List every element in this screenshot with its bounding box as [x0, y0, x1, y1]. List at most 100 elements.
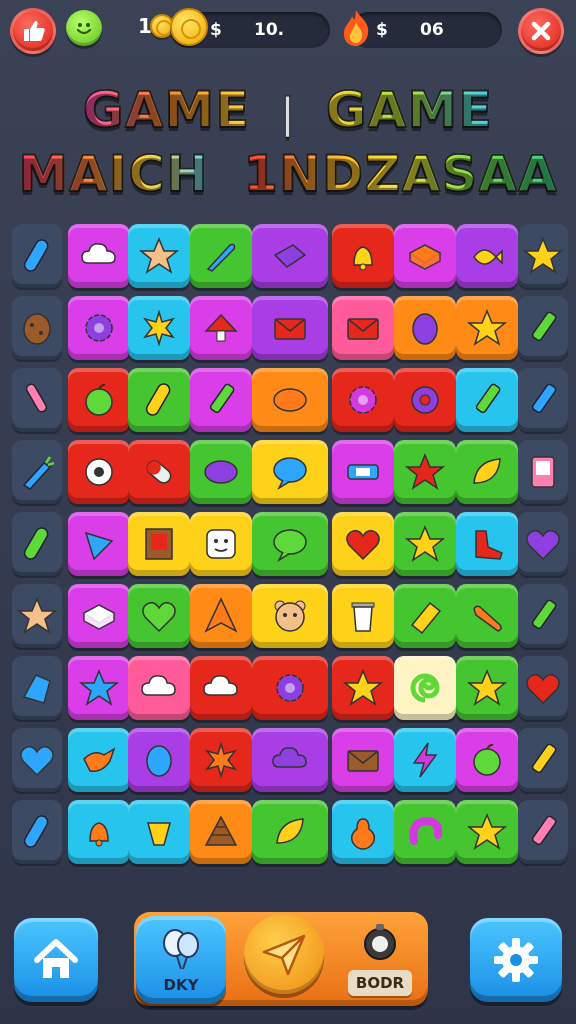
board-tile-r3-c9[interactable] — [518, 368, 568, 432]
board-tile-r2-c4[interactable] — [190, 296, 252, 360]
board-tile-r4-c2[interactable] — [68, 440, 130, 504]
board-tile-r2-c8[interactable] — [456, 296, 518, 360]
egg-icon — [146, 745, 172, 777]
board-tile-r3-c5[interactable] — [252, 368, 328, 432]
skill-booster-button[interactable]: DKY — [136, 916, 226, 1004]
board-tile-r4-c4[interactable] — [190, 440, 252, 504]
heart-icon — [346, 529, 380, 561]
board-tile-r2-c5[interactable] — [252, 296, 328, 360]
board-tile-r1-c6[interactable] — [332, 224, 394, 288]
board-tile-r3-c4[interactable] — [190, 368, 252, 432]
board-tile-r9-c2[interactable] — [68, 800, 130, 864]
board-tile-r4-c5[interactable] — [252, 440, 328, 504]
board-tile-r6-c1[interactable] — [12, 584, 62, 648]
settings-button[interactable] — [470, 918, 562, 1002]
board-tile-r1-c5[interactable] — [252, 224, 328, 288]
board-tile-r6-c9[interactable] — [518, 584, 568, 648]
board-tile-r7-c1[interactable] — [12, 656, 62, 720]
board-tile-r6-c5[interactable] — [252, 584, 328, 648]
board-tile-r6-c2[interactable] — [68, 584, 130, 648]
board-tile-r3-c6[interactable] — [332, 368, 394, 432]
board-tile-r5-c6[interactable] — [332, 512, 394, 576]
board-tile-r4-c6[interactable] — [332, 440, 394, 504]
board-tile-r8-c4[interactable] — [190, 728, 252, 792]
board-tile-r9-c6[interactable] — [332, 800, 394, 864]
board-tile-r5-c5[interactable] — [252, 512, 328, 576]
board-tile-r6-c7[interactable] — [394, 584, 456, 648]
board-tile-r7-c2[interactable] — [68, 656, 130, 720]
board-tile-r7-c7[interactable] — [394, 656, 456, 720]
board-tile-r9-c5[interactable] — [252, 800, 328, 864]
board-tile-r8-c5[interactable] — [252, 728, 328, 792]
board-tile-r2-c9[interactable] — [518, 296, 568, 360]
board-tile-r3-c1[interactable] — [12, 368, 62, 432]
board-tile-r7-c4[interactable] — [190, 656, 252, 720]
board-tile-r5-c8[interactable] — [456, 512, 518, 576]
game-title: GAME | GAME MAICH 1NDZASAA — [0, 80, 576, 204]
board-tile-r9-c1[interactable] — [12, 800, 62, 864]
board-tile-r1-c3[interactable] — [128, 224, 190, 288]
board-tile-r4-c8[interactable] — [456, 440, 518, 504]
board-tile-r7-c3[interactable] — [128, 656, 190, 720]
pill-icon — [23, 239, 49, 272]
board-tile-r4-c3[interactable] — [128, 440, 190, 504]
board-tile-r4-c9[interactable] — [518, 440, 568, 504]
board-tile-r3-c7[interactable] — [394, 368, 456, 432]
board-tile-r3-c2[interactable] — [68, 368, 130, 432]
board-tile-r2-c1[interactable] — [12, 296, 62, 360]
board-tile-r7-c6[interactable] — [332, 656, 394, 720]
bomb-booster-button[interactable]: BODR — [340, 916, 420, 1004]
board-tile-r5-c7[interactable] — [394, 512, 456, 576]
title-line-1: GAME | GAME — [0, 80, 576, 144]
board-tile-r8-c3[interactable] — [128, 728, 190, 792]
board-tile-r2-c6[interactable] — [332, 296, 394, 360]
board-tile-r8-c7[interactable] — [394, 728, 456, 792]
board-tile-r1-c8[interactable] — [456, 224, 518, 288]
board-tile-r7-c8[interactable] — [456, 656, 518, 720]
board-tile-r2-c7[interactable] — [394, 296, 456, 360]
board-tile-r3-c3[interactable] — [128, 368, 190, 432]
home-button[interactable] — [14, 918, 98, 1002]
board-tile-r9-c3[interactable] — [128, 800, 190, 864]
board-tile-r1-c4[interactable] — [190, 224, 252, 288]
board-tile-r5-c1[interactable] — [12, 512, 62, 576]
board-tile-r5-c3[interactable] — [128, 512, 190, 576]
board-tile-r6-c3[interactable] — [128, 584, 190, 648]
close-button[interactable] — [518, 8, 564, 54]
board-tile-r2-c2[interactable] — [68, 296, 130, 360]
board-tile-r8-c9[interactable] — [518, 728, 568, 792]
board-tile-r8-c2[interactable] — [68, 728, 130, 792]
board-tile-r8-c1[interactable] — [12, 728, 62, 792]
like-button[interactable] — [10, 8, 56, 54]
skill-booster-label: DKY — [163, 976, 199, 994]
board-tile-r1-c2[interactable] — [68, 224, 130, 288]
board-tile-r2-c3[interactable] — [128, 296, 190, 360]
board-tile-r9-c4[interactable] — [190, 800, 252, 864]
board-tile-r8-c6[interactable] — [332, 728, 394, 792]
board-tile-r8-c8[interactable] — [456, 728, 518, 792]
crayon-icon — [531, 311, 557, 342]
board-tile-r4-c7[interactable] — [394, 440, 456, 504]
board-tile-r5-c2[interactable] — [68, 512, 130, 576]
board-tile-r6-c4[interactable] — [190, 584, 252, 648]
board-tile-r6-c6[interactable] — [332, 584, 394, 648]
board-tile-r9-c7[interactable] — [394, 800, 456, 864]
paper-plane-button[interactable] — [244, 914, 324, 994]
smiley-button[interactable] — [66, 10, 102, 46]
pen-icon — [25, 383, 48, 413]
crayon-icon — [531, 383, 557, 414]
cloud-icon — [272, 747, 307, 768]
board-tile-r7-c9[interactable] — [518, 656, 568, 720]
board-tile-r5-c4[interactable] — [190, 512, 252, 576]
board-tile-r1-c7[interactable] — [394, 224, 456, 288]
board-tile-r7-c5[interactable] — [252, 656, 328, 720]
board-tile-r9-c8[interactable] — [456, 800, 518, 864]
board-tile-r1-c9[interactable] — [518, 224, 568, 288]
board-tile-r1-c1[interactable] — [12, 224, 62, 288]
coin-currency-symbol: $ — [210, 20, 222, 40]
board-tile-r3-c8[interactable] — [456, 368, 518, 432]
board-tile-r6-c8[interactable] — [456, 584, 518, 648]
board-tile-r9-c9[interactable] — [518, 800, 568, 864]
board-tile-r4-c1[interactable] — [12, 440, 62, 504]
board-tile-r5-c9[interactable] — [518, 512, 568, 576]
